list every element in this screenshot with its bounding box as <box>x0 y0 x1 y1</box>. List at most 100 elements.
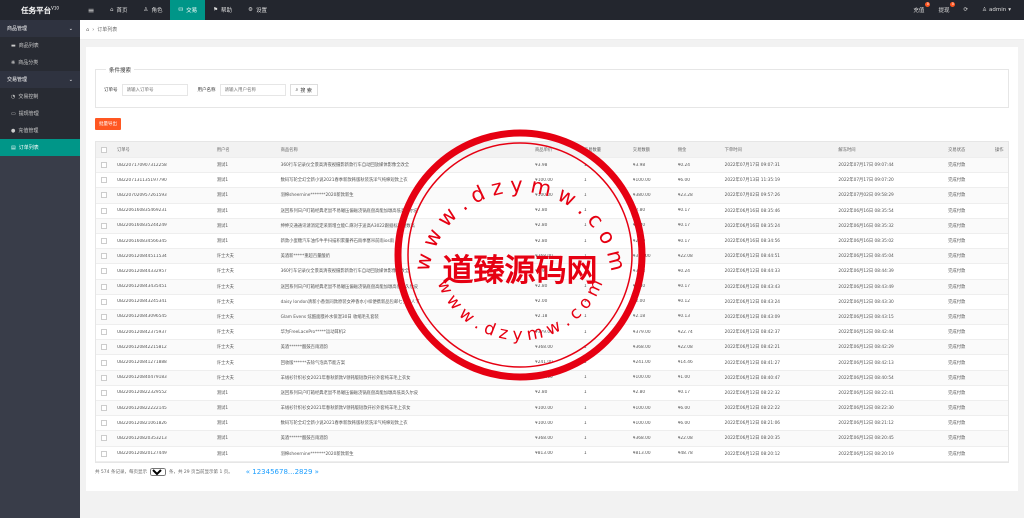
table-row: UB2206160835244249 测试1 绅绅交通通讯请消延定采新增立能C.麻对… <box>96 218 1008 234</box>
page-links[interactable]: « 12345678...2829 » <box>246 468 319 476</box>
row-checkbox[interactable] <box>101 177 108 184</box>
per-page-select[interactable]: 20 <box>149 468 166 476</box>
topnav-item[interactable]: ⚙ 设置 <box>240 0 275 20</box>
table-cell: ¥380.00 <box>632 192 651 198</box>
export-button[interactable]: 批量导出 <box>95 118 121 130</box>
sidebar-item[interactable]: ▤ 订单列表 <box>0 139 80 156</box>
select-all-checkbox[interactable] <box>101 146 108 153</box>
row-checkbox[interactable] <box>101 420 108 427</box>
table-cell: 2022年07月17日 09:07:44 <box>838 163 894 169</box>
refresh-icon[interactable]: ⟳ <box>956 7 975 13</box>
row-checkbox[interactable] <box>101 207 108 214</box>
home-icon[interactable]: ⌂ <box>86 27 89 33</box>
row-checkbox[interactable] <box>101 450 108 457</box>
row-checkbox[interactable] <box>101 162 108 169</box>
row-checkbox[interactable] <box>101 298 108 305</box>
table-row: UB2206120822329552 测试1 送回系列日户盯箱经典老鼠不易碾压偏磁浇… <box>96 386 1008 401</box>
table-cell: 数码写轮全幻全新小说2021春季新款韩版秋装洗洋气纯棉短款上衣 <box>280 421 408 427</box>
table-cell: 测试1 <box>216 390 229 396</box>
brand-logo[interactable]: 任务平台V10 <box>0 5 80 16</box>
row-checkbox[interactable] <box>101 283 108 290</box>
user-menu[interactable]: ♙ admin ▾ <box>975 7 1018 13</box>
table-cell: 2022年06月12日 08:41:27 <box>724 360 781 366</box>
table-cell: 2022年06月12日 08:40:54 <box>838 375 894 381</box>
table-cell: 许士大夫 <box>216 360 234 366</box>
row-checkbox[interactable] <box>101 253 108 260</box>
user-input[interactable] <box>219 84 286 96</box>
row-checkbox[interactable] <box>101 359 108 366</box>
row-checkbox[interactable] <box>101 192 108 199</box>
row-checkbox[interactable] <box>101 435 108 442</box>
table-cell: ¥368.00 <box>632 253 651 259</box>
table-cell: 2022年06月12日 08:42:37 <box>724 330 781 336</box>
topnav-item[interactable]: ♙ 角色 <box>136 0 171 20</box>
topnav-item[interactable]: ⚑ 帮助 <box>205 0 240 20</box>
menu-toggle-icon[interactable]: ≡ <box>80 6 102 15</box>
search-icon: ⌕ <box>295 87 299 93</box>
row-checkbox[interactable] <box>101 344 108 351</box>
row-checkbox[interactable] <box>101 268 108 275</box>
sidebar-group-goods[interactable]: 商品管理 ⌄ <box>0 20 80 37</box>
row-checkbox[interactable] <box>101 313 108 320</box>
table-row: UB2206120822222145 测试1 羊绒衫针织衫女2021年春秋新款V领韩… <box>96 401 1008 417</box>
table-cell: UB2206120840479183 <box>116 375 167 381</box>
table-cell: ¥3.98 <box>535 162 548 168</box>
sidebar-item[interactable]: ▭ 提现管理 <box>0 105 80 122</box>
table-cell: ¥241.00 <box>535 360 553 366</box>
table-row: UB2206120840479183 许士大夫 羊绒衫针织衫女2021年春秋新款V领… <box>96 370 1008 386</box>
table-cell: UB2206120844332957 <box>116 268 167 274</box>
sidebar-item-label: 商品分类 <box>18 60 39 66</box>
table-cell: 数码写轮全幻全新小说2021春季新款韩版秋装洗洋气纯棉短款上衣 <box>280 178 408 184</box>
table-cell: UB2207170907312258 <box>116 162 167 168</box>
sidebar-item[interactable]: ▬ 商品列表 <box>0 37 80 54</box>
row-checkbox[interactable] <box>101 405 108 412</box>
table-cell: 完成付款 <box>948 360 966 366</box>
sidebar-item-label: 交易控制 <box>18 94 39 100</box>
sidebar-item[interactable]: ● 充值管理 <box>0 122 80 139</box>
withdraw-link[interactable]: 提现 0 <box>931 2 956 14</box>
table-cell: 完成付款 <box>948 178 966 184</box>
order-card: 条件搜索 订单号 用户名称 ⌕搜 索 批量导出 订单号用户名商品名称商品单价交易… <box>86 47 1018 491</box>
table-cell: UB2206120843435451 <box>116 284 167 290</box>
sidebar-item-icon: ▤ <box>11 144 16 151</box>
table-cell: UB2206120821061826 <box>116 420 167 426</box>
table-cell: ¥2.80 <box>535 284 548 290</box>
sidebar-item-label: 订单列表 <box>18 145 39 151</box>
table-cell: UB2206120844511534 <box>116 253 167 259</box>
search-panel: 条件搜索 订单号 用户名称 ⌕搜 索 <box>95 66 1009 108</box>
table-cell: ¥6.00 <box>677 405 691 411</box>
row-checkbox[interactable] <box>101 389 108 396</box>
column-header: 用户名 <box>216 147 230 153</box>
order-input[interactable] <box>121 84 188 96</box>
gear-icon: ⚙ <box>248 7 253 13</box>
sidebar-group-trade[interactable]: 交易管理 ⌄ <box>0 71 80 88</box>
table-cell: 2022年06月16日 08:34:56 <box>724 239 781 245</box>
sidebar-item[interactable]: ❋ 商品分类 <box>0 54 80 71</box>
topnav-item[interactable]: ⛁ 交易 <box>170 0 206 20</box>
table-cell: 2022年06月16日 08:35:02 <box>838 239 894 245</box>
table-row: UB2206120820353213 测试1 美酒******酸鼓百雨酒韵 ¥368.… <box>96 431 1008 447</box>
table-cell: 2022年06月12日 08:22:41 <box>838 390 894 396</box>
recharge-link[interactable]: 充值 0 <box>906 2 931 14</box>
table-cell: UB2206160834566345 <box>116 238 167 244</box>
row-checkbox[interactable] <box>101 222 108 229</box>
table-cell: ¥813.00 <box>535 451 553 457</box>
table-cell: 羊绒衫针织衫女2021年春秋新款V领韩版短款开衫外套纯羊毛上衣女 <box>280 375 411 381</box>
table-cell: 1 <box>583 299 587 305</box>
table-cell: 测试1 <box>216 193 229 199</box>
row-checkbox[interactable] <box>101 238 108 245</box>
table-cell: ¥14.46 <box>677 360 693 366</box>
table-cell: ¥2.80 <box>535 208 548 214</box>
row-checkbox[interactable] <box>101 374 108 381</box>
table-cell: ¥813.00 <box>632 451 651 457</box>
chevron-down-icon: ⌄ <box>68 25 73 32</box>
table-cell: ¥3.98 <box>632 162 646 168</box>
row-checkbox[interactable] <box>101 329 108 336</box>
search-button[interactable]: ⌕ 搜 索 <box>289 84 318 96</box>
table-cell: 许士大夫 <box>216 314 234 320</box>
topnav-item[interactable]: ⌂ 首页 <box>102 0 136 20</box>
table-cell: 美酒******酸鼓百雨酒韵 <box>280 345 328 351</box>
sidebar-item[interactable]: ◔ 交易控制 <box>0 88 80 105</box>
table-cell: ¥22.08 <box>677 435 693 441</box>
topnav-label: 交易 <box>186 8 198 14</box>
